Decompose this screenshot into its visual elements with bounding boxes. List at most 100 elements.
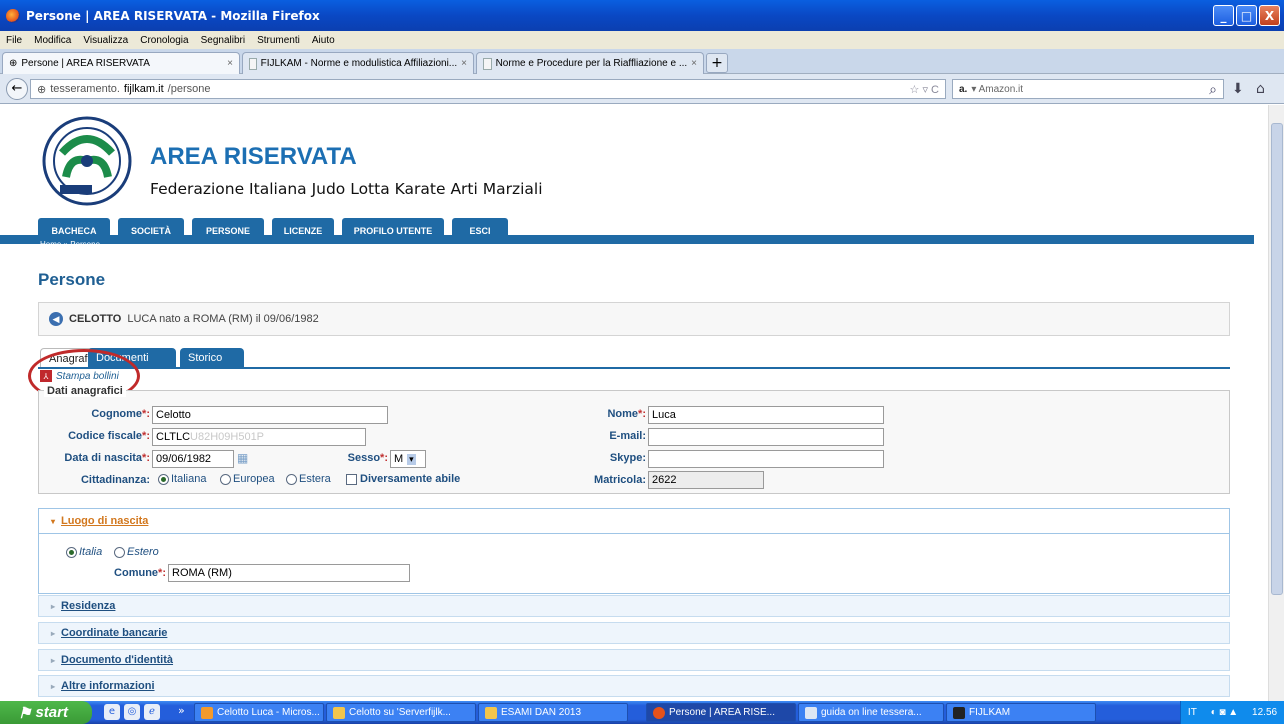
language-indicator[interactable]: IT [1188,707,1197,718]
taskbar-item-fijlkam[interactable]: FIJLKAM [946,703,1096,722]
email-field[interactable] [648,428,884,446]
minimize-button[interactable]: _ [1213,5,1234,26]
taskbar-item-guida[interactable]: guida on line tessera... [798,703,944,722]
clock: 12.56 [1252,707,1278,718]
chevron-right-icon: ▸ [51,681,56,691]
section-residenza[interactable]: ▸ Residenza [38,595,1230,617]
chevron-down-icon: ▾ [51,516,56,526]
section-altre-informazioni[interactable]: ▸ Altre informazioni [38,675,1230,697]
window-titlebar: Persone | AREA RISERVATA - Mozilla Firef… [0,0,1284,31]
comune-field[interactable]: ROMA (RM) [168,564,410,582]
taskbar-item-esami[interactable]: ESAMI DAN 2013 [478,703,628,722]
tab-label: Norme e Procedure per la Riaffliazione e… [495,58,688,69]
window-title: Persone | AREA RISERVATA - Mozilla Firef… [26,8,320,23]
quicklaunch-more-icon[interactable]: » [178,704,185,717]
system-tray: IT ◐ ◙ ▲ 12.56 [1180,701,1284,724]
menu-visualizza[interactable]: Visualizza [83,35,128,46]
nav-persone[interactable]: PERSONE [192,218,264,244]
ie-quicklaunch-icon[interactable]: e [104,704,120,720]
menu-bar: File Modifica Visualizza Cronologia Segn… [0,31,1284,49]
search-box[interactable]: a. ▾ Amazon.it ⌕ [952,79,1224,99]
radio-estero[interactable]: Estero [114,546,159,558]
cognome-label: Cognome*: [91,408,150,420]
radio-europea[interactable]: Europea [220,473,275,485]
start-button[interactable]: ⚑ start [0,701,92,724]
tab-label: FIJLKAM - Norme e modulistica Affiliazio… [260,58,458,69]
nome-label: Nome*: [607,408,646,420]
taskbar-item-firefox[interactable]: Persone | AREA RISE... [646,703,796,722]
search-placeholder: ▾ Amazon.it [971,83,1024,95]
menu-cronologia[interactable]: Cronologia [140,35,188,46]
tab-close-icon[interactable]: × [227,58,233,69]
page-content: AREA RISERVATA Federazione Italiana Judo… [0,105,1268,701]
menu-segnalibri[interactable]: Segnalibri [201,35,245,46]
codice-fiscale-field[interactable]: CLTLC U82H09H501P [152,428,366,446]
url-host: fijlkam.it [123,83,164,95]
chevron-right-icon: ▸ [51,655,56,665]
nav-licenze[interactable]: LICENZE [272,218,334,244]
menu-modifica[interactable]: Modifica [34,35,71,46]
tray-icons[interactable]: ◐ ◙ ▲ [1211,707,1239,718]
taskbar-item-server[interactable]: Celotto su 'Serverfijlk... [326,703,476,722]
radio-italia[interactable]: Italia [66,546,102,558]
radio-estera[interactable]: Estera [286,473,331,485]
site-identity-icon[interactable]: ⊕ [37,83,46,96]
main-nav [0,218,1254,244]
nav-profilo-utente[interactable]: PROFILO UTENTE [342,218,444,244]
page-title: Persone [38,270,106,289]
comune-label: Comune*: [114,567,166,579]
taskbar-item-word[interactable]: Celotto Luca - Micros... [194,703,324,722]
sesso-select[interactable]: M ▾ [390,450,426,468]
new-tab-button[interactable]: + [706,53,728,73]
home-icon[interactable]: ⌂ [1256,81,1265,97]
chevron-right-icon: ▸ [51,601,56,611]
search-icon[interactable]: ⌕ [1209,81,1217,98]
calendar-icon[interactable]: ▦ [237,451,248,465]
back-button[interactable]: ← [6,78,28,100]
person-header: ◀ CELOTTO LUCA nato a ROMA (RM) il 09/06… [38,302,1230,336]
browser-quicklaunch-icon[interactable]: ℯ [144,704,160,720]
data-nascita-field[interactable]: 09/06/1982 [152,450,234,468]
nome-field[interactable]: Luca [648,406,884,424]
tab-storico[interactable]: Storico [180,348,244,368]
download-icon[interactable]: ⬇ [1232,81,1244,97]
skype-label: Skype: [609,452,646,464]
menu-file[interactable]: File [6,35,22,46]
radio-italiana[interactable]: Italiana [158,473,206,485]
site-subtitle: Federazione Italiana Judo Lotta Karate A… [150,180,543,198]
close-window-button[interactable]: X [1259,5,1280,26]
taskbar: ⚑ start e ◎ ℯ » Celotto Luca - Micros... … [0,701,1284,724]
browser-tab-procedure[interactable]: Norme e Procedure per la Riaffliazione e… [476,52,704,74]
cognome-field[interactable]: Celotto [152,406,388,424]
page-icon [483,57,492,70]
breadcrumb[interactable]: Home » Persone [40,240,100,249]
maximize-button[interactable]: □ [1236,5,1257,26]
email-label: E-mail: [609,430,646,442]
back-arrow-icon[interactable]: ◀ [49,312,63,326]
section-luogo-nascita[interactable]: ▾ Luogo di nascita [38,508,1230,534]
section-documento-identita[interactable]: ▸ Documento d'identità [38,649,1230,671]
diversamente-abile-checkbox[interactable]: Diversamente abile [346,473,460,485]
data-nascita-label: Data di nascita*: [64,452,150,464]
tab-label: Persone | AREA RISERVATA [21,58,150,69]
skype-field[interactable] [648,450,884,468]
menu-aiuto[interactable]: Aiuto [312,35,335,46]
browser-tab-norme[interactable]: FIJLKAM - Norme e modulistica Affiliazio… [242,52,474,74]
page-icon [249,57,257,70]
browser-tab-persone[interactable]: ⊕ Persone | AREA RISERVATA × [2,52,240,74]
nav-societa[interactable]: SOCIETÀ [118,218,184,244]
outlook-quicklaunch-icon[interactable]: ◎ [124,704,140,720]
amazon-icon[interactable]: a. [959,84,967,95]
section-coordinate-bancarie[interactable]: ▸ Coordinate bancarie [38,622,1230,644]
cittadinanza-label: Cittadinanza: [80,474,150,486]
vertical-scrollbar[interactable] [1268,105,1284,701]
nav-esci[interactable]: ESCI [452,218,508,244]
bookmark-star-icon[interactable]: ☆ ▿ C [910,83,939,96]
tab-close-icon[interactable]: × [691,58,697,69]
scrollbar-thumb[interactable] [1271,123,1283,595]
tab-close-icon[interactable]: × [461,58,467,69]
menu-strumenti[interactable]: Strumenti [257,35,300,46]
url-bar[interactable]: ⊕ tesseramento. fijlkam.it/persone ☆ ▿ C [30,79,946,99]
site-title: AREA RISERVATA [150,143,357,170]
firefox-icon [6,8,20,23]
